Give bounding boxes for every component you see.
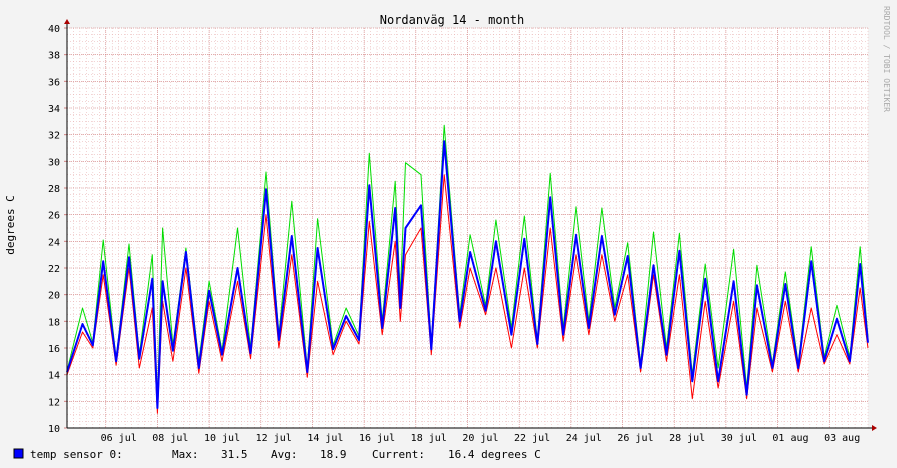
y-tick-label: 38 [48, 51, 60, 62]
x-tick-label: 28 jul [669, 433, 705, 444]
y-axis-label: degrees C [4, 195, 17, 255]
y-tick-label: 14 [48, 371, 60, 382]
legend-avg-value: 18.9 [320, 448, 347, 461]
y-tick-label: 22 [48, 264, 60, 275]
legend-current-value: 16.4 degrees C [448, 448, 541, 461]
y-tick-label: 10 [48, 424, 60, 435]
x-tick-label: 24 jul [566, 433, 602, 444]
x-tick-label: 06 jul [101, 433, 137, 444]
x-tick-label: 10 jul [204, 433, 240, 444]
legend-swatch-avg [13, 448, 24, 459]
watermark: RRDTOOL / TOBI OETIKER [882, 6, 891, 112]
x-tick-label: 16 jul [359, 433, 395, 444]
x-tick-label: 20 jul [462, 433, 498, 444]
legend-current-label: Current: [372, 448, 425, 461]
legend-max-label: Max: [172, 448, 199, 461]
y-tick-label: 28 [48, 184, 60, 195]
y-tick-label: 36 [48, 77, 60, 88]
temperature-chart: 10 12 14 16 18 20 22 24 26 28 30 32 34 36 38 40 06 jul 08… [0, 0, 897, 468]
x-tick-label: 01 aug [772, 433, 808, 444]
y-tick-label: 16 [48, 344, 60, 355]
y-tick-label: 30 [48, 157, 60, 168]
x-tick-label: 14 jul [307, 433, 343, 444]
legend-label: temp sensor 0: [30, 448, 123, 461]
x-tick-label: 26 jul [617, 433, 653, 444]
x-tick-label: 08 jul [152, 433, 188, 444]
chart-title: Nordanväg 14 - month [380, 13, 525, 27]
y-tick-label: 34 [48, 104, 60, 115]
x-tick-label: 03 aug [824, 433, 860, 444]
y-tick-label: 32 [48, 131, 60, 142]
legend: temp sensor 0: Max: 31.5 Avg: 18.9 Curre… [13, 448, 541, 461]
x-tick-label: 18 jul [411, 433, 447, 444]
y-tick-label: 18 [48, 317, 60, 328]
y-tick-label: 40 [48, 24, 60, 35]
y-tick-label: 20 [48, 291, 60, 302]
y-tick-label: 26 [48, 211, 60, 222]
x-tick-label: 22 jul [514, 433, 550, 444]
y-tick-label: 12 [48, 397, 60, 408]
legend-max-value: 31.5 [221, 448, 248, 461]
y-tick-label: 24 [48, 237, 60, 248]
legend-avg-label: Avg: [271, 448, 298, 461]
x-tick-label: 30 jul [721, 433, 757, 444]
x-tick-label: 12 jul [256, 433, 292, 444]
